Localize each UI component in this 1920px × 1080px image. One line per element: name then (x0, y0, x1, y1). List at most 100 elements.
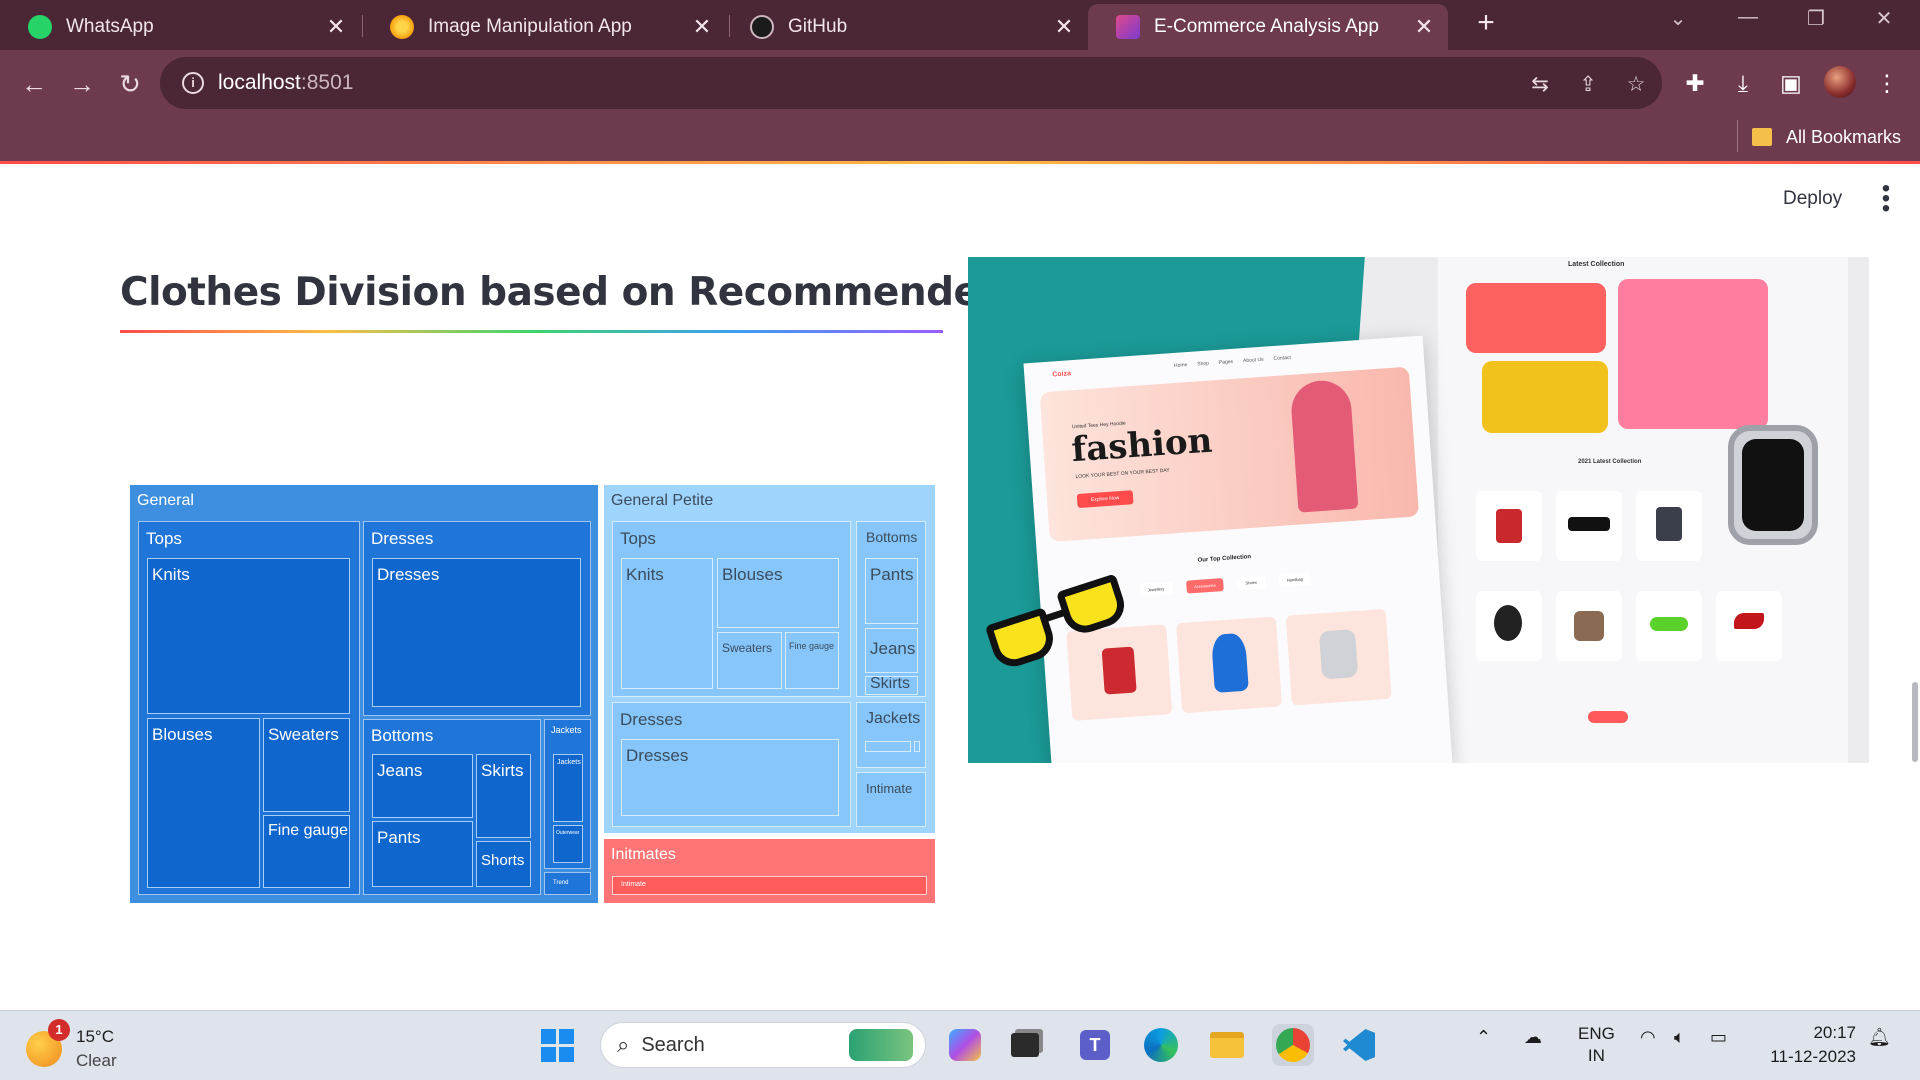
close-icon[interactable]: ✕ (1050, 14, 1078, 40)
teams-icon[interactable]: T (1074, 1024, 1116, 1066)
treemap-class-skirts[interactable]: Skirts (476, 754, 531, 838)
promo-card-yellow (1482, 361, 1608, 433)
taskbar: 1 15°C Clear ⌕ Search T ⌃ ☁ ENG IN ◠ 🔈︎ … (0, 1010, 1920, 1080)
treemap-class-shorts[interactable]: Shorts (476, 841, 531, 887)
onedrive-icon[interactable]: ☁ (1524, 1027, 1542, 1048)
tab-ecommerce-analysis[interactable]: E-Commerce Analysis App ✕ (1088, 4, 1448, 50)
close-icon[interactable]: ✕ (322, 14, 350, 40)
treemap-label: Dresses (377, 565, 440, 584)
tab-whatsapp[interactable]: WhatsApp ✕ (0, 4, 360, 50)
tab-title: GitHub (788, 16, 848, 37)
treemap-label: Jeans (377, 761, 423, 780)
page-scrollbar-thumb[interactable] (1912, 682, 1918, 762)
site-info-icon[interactable]: i (182, 72, 204, 94)
treemap-division-general[interactable]: General Tops Knits Blouses Sweaters Fine… (130, 485, 598, 903)
treemap-class-sweaters[interactable]: Sweaters (263, 718, 350, 812)
extensions-icon[interactable]: ✚ (1680, 68, 1710, 98)
treemap-department-tops[interactable]: Tops Knits Blouses Sweaters Fine gauge (138, 521, 360, 895)
treemap-class-petite-fine-gauge[interactable]: Fine gauge (785, 632, 839, 689)
app-icon (390, 15, 414, 39)
side-panel-icon[interactable]: ▣ (1776, 68, 1806, 98)
tray-overflow-icon[interactable]: ⌃ (1476, 1027, 1491, 1048)
treemap-class-jeans[interactable]: Jeans (372, 754, 473, 818)
wifi-icon[interactable]: ◠ (1640, 1027, 1656, 1048)
new-tab-button[interactable]: + (1466, 6, 1506, 40)
tab-github[interactable]: GitHub ✕ (722, 4, 1088, 50)
mockup-chip: Shoes (1237, 575, 1266, 591)
weather-widget[interactable]: 1 15°C Clear (26, 1019, 117, 1073)
treemap-class-pants[interactable]: Pants (372, 821, 473, 887)
restore-icon[interactable]: ❐ (1796, 6, 1836, 31)
treemap-department-jackets[interactable]: Jackets Jackets Outerwear (544, 719, 591, 869)
treemap-class-outerwear[interactable]: Outerwear (553, 825, 583, 863)
file-explorer-icon[interactable] (1206, 1024, 1248, 1066)
clock[interactable]: 20:17 11-12-2023 (1760, 1021, 1856, 1069)
treemap-division-general-petite[interactable]: General Petite Tops Knits Blouses Sweate… (604, 485, 935, 833)
treemap-department-petite-dresses[interactable]: Dresses Dresses (612, 702, 851, 827)
treemap-department-trend[interactable]: Trend (544, 872, 591, 895)
treemap-division-initmates[interactable]: Initmates Intimate (604, 839, 935, 903)
treemap-department-petite-bottoms[interactable]: Bottoms Pants Jeans Skirts (856, 521, 926, 697)
forward-arrow-icon[interactable]: → (64, 66, 100, 102)
treemap-label: Jackets (551, 725, 582, 735)
back-arrow-icon[interactable]: ← (16, 66, 52, 102)
treemap-department-intimate[interactable]: Intimate (612, 876, 927, 895)
treemap-label: Tops (620, 529, 656, 548)
vscode-icon[interactable] (1338, 1024, 1380, 1066)
language-indicator[interactable]: ENG IN (1578, 1023, 1615, 1067)
treemap-label: Initmates (611, 846, 676, 863)
mockup-chips: Jewellery Accessories Shoes Handbag (1139, 571, 1312, 597)
search-icon: ⌕ (617, 1032, 630, 1057)
start-button[interactable] (536, 1024, 578, 1066)
treemap-department-dresses[interactable]: Dresses Dresses (363, 521, 591, 716)
deploy-button[interactable]: Deploy (1783, 188, 1842, 210)
tab-image-manipulation[interactable]: Image Manipulation App ✕ (362, 4, 726, 50)
treemap-class-blouses[interactable]: Blouses (147, 718, 260, 888)
reload-icon[interactable]: ↻ (112, 66, 148, 102)
treemap-department-petite-jackets[interactable]: Jackets (856, 702, 926, 768)
treemap-class-knits[interactable]: Knits (147, 558, 350, 714)
treemap-class-petite-jackets-cell[interactable] (865, 741, 911, 752)
volume-icon[interactable]: 🔈︎ (1674, 1027, 1685, 1048)
treemap-class-fine-gauge[interactable]: Fine gauge (263, 815, 350, 888)
treemap-class-petite-outerwear-cell[interactable] (914, 741, 920, 752)
treemap-department-petite-intimate[interactable]: Intimate (856, 772, 926, 827)
treemap-label: Trend (553, 880, 569, 886)
mockup-nav-item: Shop (1197, 360, 1210, 368)
treemap-class-petite-dresses[interactable]: Dresses (621, 739, 839, 816)
treemap-class-petite-jeans[interactable]: Jeans (865, 628, 918, 673)
profile-avatar[interactable] (1824, 66, 1856, 98)
edge-icon[interactable] (1140, 1024, 1182, 1066)
treemap-department-bottoms[interactable]: Bottoms Jeans Skirts Pants Shorts (363, 719, 541, 895)
window-close-icon[interactable]: ✕ (1864, 6, 1904, 31)
treemap-label: Dresses (371, 529, 434, 548)
translate-icon[interactable]: ⇆ (1526, 71, 1554, 99)
taskbar-search[interactable]: ⌕ Search (600, 1022, 926, 1068)
treemap-class-petite-blouses[interactable]: Blouses (717, 558, 839, 628)
main-menu-icon[interactable]: • • • (1880, 177, 1892, 221)
battery-icon[interactable]: ▭ (1710, 1027, 1727, 1048)
treemap-class-petite-pants[interactable]: Pants (865, 558, 918, 624)
minimize-icon[interactable]: — (1728, 6, 1768, 29)
treemap-class-jackets[interactable]: Jackets (553, 754, 583, 822)
tab-search-icon[interactable]: ⌄ (1658, 6, 1698, 31)
download-icon[interactable]: ⤓ (1728, 68, 1758, 98)
treemap-class-petite-knits[interactable]: Knits (621, 558, 713, 689)
treemap-class-petite-skirts[interactable]: Skirts (865, 676, 918, 695)
notifications-bell-icon[interactable]: 🔔︎ (1868, 1027, 1891, 1048)
copilot-icon[interactable] (944, 1024, 986, 1066)
task-view-icon[interactable] (1004, 1024, 1046, 1066)
search-placeholder: Search (641, 1033, 705, 1056)
treemap-class-petite-sweaters[interactable]: Sweaters (717, 632, 782, 689)
treemap-class-dresses[interactable]: Dresses (372, 558, 581, 707)
treemap-department-petite-tops[interactable]: Tops Knits Blouses Sweaters Fine gauge (612, 521, 851, 697)
close-icon[interactable]: ✕ (1410, 14, 1438, 40)
menu-kebab-icon[interactable]: ⋮ (1872, 68, 1902, 98)
share-icon[interactable]: ⇪ (1574, 71, 1602, 99)
close-icon[interactable]: ✕ (688, 14, 716, 40)
chrome-icon[interactable] (1272, 1024, 1314, 1066)
bookmark-star-icon[interactable]: ☆ (1622, 71, 1650, 99)
all-bookmarks[interactable]: All Bookmarks (1752, 122, 1901, 152)
address-bar[interactable]: i localhost :8501 ⇆ ⇪ ☆ (160, 57, 1662, 109)
product-thumb (1285, 608, 1392, 706)
